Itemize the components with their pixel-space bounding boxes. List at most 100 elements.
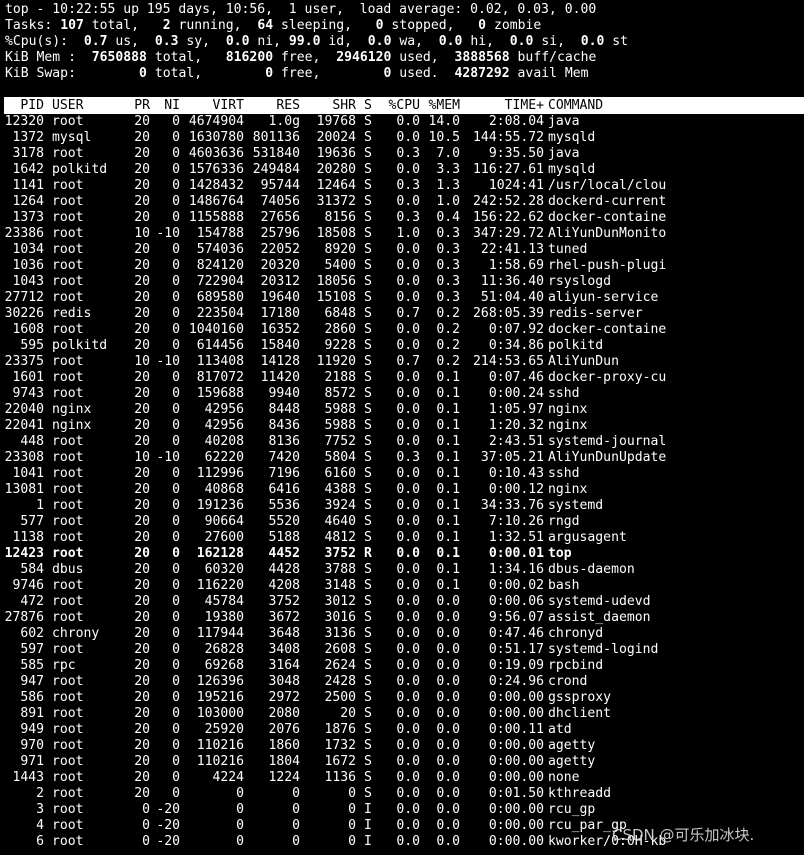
process-row[interactable]: 1036 root 20 0 824120 20320 5400 S 0.0 0.3 1:58.69… — [4, 258, 804, 274]
process-shr: 3752 — [324, 546, 356, 561]
process-row[interactable]: 595 polkitd 20 0 614456 15840 9228 S 0.0 0.2 0:34.… — [4, 338, 804, 354]
process-row[interactable]: 1601 root 20 0 817072 11420 2188 S 0.0 0.1 0:07.46… — [4, 370, 804, 386]
process-res: 0 — [292, 802, 300, 817]
column-header-time[interactable]: TIME+ — [460, 97, 544, 114]
process-shr: 1876 — [324, 722, 356, 737]
process-row[interactable]: 12423 root 20 0 162128 4452 3752 R 0.0 0.1 0:00.01… — [4, 546, 804, 562]
process-cpu-percent: 0.0 — [396, 658, 420, 673]
process-mem-percent: 0.0 — [436, 834, 460, 849]
process-row[interactable]: 970 root 20 0 110216 1860 1732 S 0.0 0.0 0:00.00 ag… — [4, 738, 804, 754]
process-row[interactable]: 597 root 20 0 26828 3408 2608 S 0.0 0.0 0:51.17 sys… — [4, 642, 804, 658]
process-time: 51:04.40 — [480, 290, 544, 305]
process-row[interactable]: 1608 root 20 0 1040160 16352 2860 S 0.0 0.2 0:07.9… — [4, 322, 804, 338]
process-row[interactable]: 23386 root 10 -10 154788 25796 18508 S 1.0 0.3 347… — [4, 226, 804, 242]
process-shr: 5400 — [324, 258, 356, 273]
process-nice: 0 — [172, 562, 180, 577]
process-state: S — [364, 210, 372, 225]
process-row[interactable]: 472 root 20 0 45784 3752 3012 S 0.0 0.0 0:00.06 sys… — [4, 594, 804, 610]
process-shr: 2428 — [324, 674, 356, 689]
process-row[interactable]: 3 root 0 -20 0 0 0 I 0.0 0.0 0:00.00 rcu_gp — [4, 802, 804, 818]
process-row[interactable]: 22040 nginx 20 0 42956 8448 5988 S 0.0 0.1 1:05.97… — [4, 402, 804, 418]
process-row[interactable]: 27712 root 20 0 689580 19640 15108 S 0.0 0.3 51:04… — [4, 290, 804, 306]
process-row[interactable]: 1043 root 20 0 722904 20312 18056 S 0.0 0.3 11:36.… — [4, 274, 804, 290]
process-state: I — [364, 802, 372, 817]
process-cpu-percent: 0.0 — [396, 626, 420, 641]
process-mem-percent: 0.0 — [436, 722, 460, 737]
process-pid: 1034 — [12, 242, 44, 257]
column-header-cpu[interactable]: %CPU — [376, 97, 420, 114]
process-row[interactable]: 971 root 20 0 110216 1804 1672 S 0.0 0.0 0:00.00 ag… — [4, 754, 804, 770]
process-cpu-percent: 0.0 — [396, 434, 420, 449]
column-header-command[interactable]: COMMAND — [548, 97, 804, 114]
process-row[interactable]: 448 root 20 0 40208 8136 7752 S 0.0 0.1 2:43.51 sys… — [4, 434, 804, 450]
process-state: S — [364, 690, 372, 705]
column-header-ni[interactable]: NI — [150, 97, 180, 114]
process-shr: 2608 — [324, 642, 356, 657]
process-row[interactable]: 23375 root 10 -10 113408 14128 11920 S 0.7 0.2 214… — [4, 354, 804, 370]
column-header-state[interactable]: S — [364, 97, 376, 114]
cpu-us-label: us, — [115, 34, 140, 49]
process-row[interactable]: 3178 root 20 0 4603636 531840 19636 S 0.3 7.0 9:35… — [4, 146, 804, 162]
process-row[interactable]: 12320 root 20 0 4674904 1.0g 19768 S 0.0 14.0 2:08… — [4, 114, 804, 130]
process-shr: 19636 — [316, 146, 356, 161]
process-virt: 1630780 — [188, 130, 244, 145]
process-row[interactable]: 27876 root 20 0 19380 3672 3016 S 0.0 0.0 9:56.07 a… — [4, 610, 804, 626]
process-shr: 4640 — [324, 514, 356, 529]
process-row[interactable]: 1034 root 20 0 574036 22052 8920 S 0.0 0.3 22:41.1… — [4, 242, 804, 258]
process-shr: 3148 — [324, 578, 356, 593]
process-row[interactable]: 1 root 20 0 191236 5536 3924 S 0.0 0.1 34:33.76 sys… — [4, 498, 804, 514]
column-header-pid[interactable]: PID — [4, 97, 44, 114]
process-row[interactable]: 23308 root 10 -10 62220 7420 5804 S 0.3 0.1 37:05.… — [4, 450, 804, 466]
column-header-res[interactable]: RES — [244, 97, 300, 114]
process-row[interactable]: 949 root 20 0 25920 2076 1876 S 0.0 0.0 0:00.11 atd — [4, 722, 804, 738]
process-row[interactable]: 585 rpc 20 0 69268 3164 2624 S 0.0 0.0 0:19.09 rpcb… — [4, 658, 804, 674]
process-user: root — [52, 194, 84, 209]
process-row[interactable]: 602 chrony 20 0 117944 3648 3136 S 0.0 0.0 0:47.46… — [4, 626, 804, 642]
process-row[interactable]: 22041 nginx 20 0 42956 8436 5988 S 0.0 0.1 1:20.32… — [4, 418, 804, 434]
column-header-shr[interactable]: SHR — [300, 97, 356, 114]
column-header-user[interactable]: USER — [52, 97, 122, 114]
process-row[interactable]: 13081 root 20 0 40868 6416 4388 S 0.0 0.1 0:00.12 n… — [4, 482, 804, 498]
process-row[interactable]: 586 root 20 0 195216 2972 2500 S 0.0 0.0 0:00.00 gs… — [4, 690, 804, 706]
process-virt: 62220 — [204, 450, 244, 465]
process-row[interactable]: 1041 root 20 0 112996 7196 6160 S 0.0 0.1 0:10.43 s… — [4, 466, 804, 482]
process-user: root — [52, 594, 84, 609]
process-state: S — [364, 770, 372, 785]
process-priority: 20 — [134, 466, 150, 481]
process-row[interactable]: 1642 polkitd 20 0 1576336 249484 20280 S 0.0 3.3 1… — [4, 162, 804, 178]
process-res: 5520 — [268, 514, 300, 529]
mem-label: KiB Mem : — [5, 50, 76, 65]
process-virt: 110216 — [196, 738, 244, 753]
process-state: S — [364, 530, 372, 545]
process-state: S — [364, 338, 372, 353]
process-command: mysqld — [548, 130, 596, 145]
column-header-virt[interactable]: VIRT — [180, 97, 244, 114]
process-row[interactable]: 1373 root 20 0 1155888 27656 8156 S 0.3 0.4 156:22… — [4, 210, 804, 226]
process-row[interactable]: 2 root 20 0 0 0 0 S 0.0 0.0 0:01.50 kthreadd — [4, 786, 804, 802]
process-command: nginx — [548, 402, 588, 417]
process-row[interactable]: 1264 root 20 0 1486764 74056 31372 S 0.0 1.0 242:5… — [4, 194, 804, 210]
process-priority: 20 — [134, 754, 150, 769]
column-header-mem[interactable]: %MEM — [420, 97, 460, 114]
process-priority: 20 — [134, 178, 150, 193]
process-row[interactable]: 577 root 20 0 90664 5520 4640 S 0.0 0.1 7:10.26 rng… — [4, 514, 804, 530]
process-row[interactable]: 1443 root 20 0 4224 1224 1136 S 0.0 0.0 0:00.00 non… — [4, 770, 804, 786]
process-row[interactable]: 1141 root 20 0 1428432 95744 12464 S 0.3 1.3 1024:… — [4, 178, 804, 194]
process-pid: 472 — [20, 594, 44, 609]
column-header-pr[interactable]: PR — [122, 97, 150, 114]
process-row[interactable]: 30226 redis 20 0 223504 17180 6848 S 0.7 0.2 268:0… — [4, 306, 804, 322]
process-time: 0:00.24 — [488, 386, 544, 401]
process-row[interactable]: 584 dbus 20 0 60320 4428 3788 S 0.0 0.1 1:34.16 dbu… — [4, 562, 804, 578]
process-time: 0:00.11 — [488, 722, 544, 737]
process-row[interactable]: 9743 root 20 0 159688 9940 8572 S 0.0 0.1 0:00.24 s… — [4, 386, 804, 402]
process-row[interactable]: 9746 root 20 0 116220 4208 3148 S 0.0 0.1 0:00.02 b… — [4, 578, 804, 594]
process-row[interactable]: 1372 mysql 20 0 1630780 801136 20024 S 0.0 10.5 14… — [4, 130, 804, 146]
process-pid: 1373 — [12, 210, 44, 225]
process-row[interactable]: 947 root 20 0 126396 3048 2428 S 0.0 0.0 0:24.96 cr… — [4, 674, 804, 690]
process-shr: 20 — [340, 706, 356, 721]
process-row[interactable]: 891 root 20 0 103000 2080 20 S 0.0 0.0 0:00.00 dhcl… — [4, 706, 804, 722]
process-time: 2:43.51 — [488, 434, 544, 449]
process-user: root — [52, 114, 84, 129]
process-res: 531840 — [252, 146, 300, 161]
process-row[interactable]: 1138 root 20 0 27600 5188 4812 S 0.0 0.1 1:32.51 ar… — [4, 530, 804, 546]
